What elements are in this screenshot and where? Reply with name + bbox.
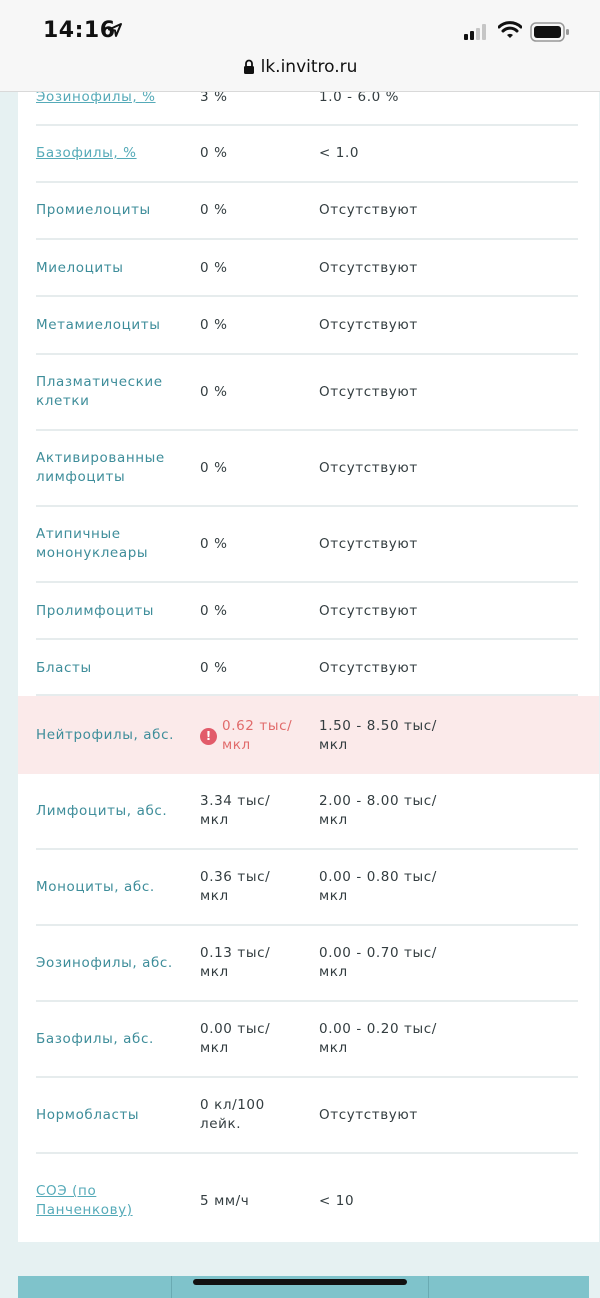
test-name: Плазматические клетки: [36, 374, 163, 409]
result-row: Эозинофилы, абс. 0.13 тыс/мкл 0.00 - 0.7…: [18, 926, 599, 1002]
reference-range: < 10: [319, 1193, 355, 1209]
reference-range: < 1.0: [319, 145, 360, 161]
test-name: Атипичные мононуклеары: [36, 526, 149, 561]
result-row: Метамиелоциты 0 % Отсутствуют: [18, 297, 599, 355]
result-value: 0 %: [200, 317, 228, 333]
result-value: 0 кл/100 лейк.: [200, 1097, 265, 1132]
test-name: Моноциты, абс.: [36, 879, 155, 895]
result-value: 0 %: [200, 603, 228, 619]
test-name: Эозинофилы, абс.: [36, 955, 173, 971]
result-value-abnormal: 0.62 тыс/мкл: [222, 718, 293, 753]
test-name-link[interactable]: Базофилы, %: [36, 144, 196, 163]
result-row: Атипичные мононуклеары 0 % Отсутствуют: [18, 507, 599, 583]
results-card: Эозинофилы, % 3 % 1.0 - 6.0 % Базофилы, …: [18, 60, 599, 1242]
reference-range: Отсутствуют: [319, 317, 418, 333]
test-name: Активированные лимфоциты: [36, 450, 165, 485]
test-name: Пролимфоциты: [36, 603, 155, 619]
test-name: Лимфоциты, абс.: [36, 803, 168, 819]
result-value: 0 %: [200, 536, 228, 552]
result-value: 0.13 тыс/мкл: [200, 945, 271, 980]
result-row: СОЭ (по Панченкову) 5 мм/ч < 10: [18, 1154, 599, 1242]
result-value: 0 %: [200, 202, 228, 218]
result-value: 0.36 тыс/мкл: [200, 869, 271, 904]
reference-range: 0.00 - 0.80 тыс/мкл: [319, 869, 437, 904]
wifi-icon: [498, 21, 522, 38]
test-name: Миелоциты: [36, 260, 124, 276]
reference-range: Отсутствуют: [319, 384, 418, 400]
result-value: 0 %: [200, 384, 228, 400]
warning-icon: !: [200, 728, 217, 745]
reference-range: Отсутствуют: [319, 202, 418, 218]
result-row: Моноциты, абс. 0.36 тыс/мкл 0.00 - 0.80 …: [18, 850, 599, 926]
nav-divider: [171, 1276, 172, 1298]
test-name: Нейтрофилы, абс.: [36, 727, 175, 743]
result-value: 0 %: [200, 145, 228, 161]
reference-range: Отсутствуют: [319, 536, 418, 552]
result-row: Базофилы, % 0 % < 1.0: [18, 126, 599, 183]
reference-range: 2.00 - 8.00 тыс/мкл: [319, 793, 437, 828]
reference-range: 1.50 - 8.50 тыс/мкл: [319, 718, 437, 753]
result-value: 0 %: [200, 660, 228, 676]
result-value: 0.00 тыс/мкл: [200, 1021, 271, 1056]
address-bar[interactable]: lk.invitro.ru: [0, 57, 600, 77]
location-arrow-icon: [108, 23, 122, 37]
battery-icon: [530, 22, 569, 42]
result-row: Промиелоциты 0 % Отсутствуют: [18, 183, 599, 240]
reference-range: Отсутствуют: [319, 1107, 418, 1123]
home-indicator[interactable]: [193, 1279, 407, 1285]
reference-range: Отсутствуют: [319, 603, 418, 619]
url-text: lk.invitro.ru: [260, 57, 358, 77]
test-name: Бласты: [36, 660, 92, 676]
lock-icon: [243, 59, 254, 74]
reference-range: Отсутствуют: [319, 260, 418, 276]
reference-range: 0.00 - 0.70 тыс/мкл: [319, 945, 437, 980]
result-value: 5 мм/ч: [200, 1193, 250, 1209]
result-row: Базофилы, абс. 0.00 тыс/мкл 0.00 - 0.20 …: [18, 1002, 599, 1078]
reference-range: Отсутствуют: [319, 660, 418, 676]
browser-status-bar: 14:16 lk.invitro.ru: [0, 0, 600, 92]
cellular-signal-icon: [464, 24, 486, 40]
status-time: 14:16: [43, 18, 116, 43]
reference-range: Отсутствуют: [319, 460, 418, 476]
result-row: Нормобласты 0 кл/100 лейк. Отсутствуют: [18, 1078, 599, 1154]
result-row-abnormal: Нейтрофилы, абс. ! 0.62 тыс/мкл 1.50 - 8…: [18, 696, 599, 774]
result-row: Плазматические клетки 0 % Отсутствуют: [18, 355, 599, 431]
test-name: Базофилы, абс.: [36, 1031, 154, 1047]
test-name: Промиелоциты: [36, 202, 151, 218]
reference-range: 0.00 - 0.20 тыс/мкл: [319, 1021, 437, 1056]
nav-divider: [428, 1276, 429, 1298]
test-name: Метамиелоциты: [36, 317, 161, 333]
test-name-link[interactable]: СОЭ (по Панченкову): [36, 1182, 146, 1220]
result-row: Пролимфоциты 0 % Отсутствуют: [18, 583, 599, 640]
result-row: Бласты 0 % Отсутствуют: [18, 640, 599, 696]
result-value: 0 %: [200, 260, 228, 276]
result-row: Лимфоциты, абс. 3.34 тыс/мкл 2.00 - 8.00…: [18, 774, 599, 850]
result-row: Активированные лимфоциты 0 % Отсутствуют: [18, 431, 599, 507]
result-value: 3.34 тыс/мкл: [200, 793, 271, 828]
test-name: Нормобласты: [36, 1107, 140, 1123]
result-value: 0 %: [200, 460, 228, 476]
result-row: Миелоциты 0 % Отсутствуют: [18, 240, 599, 297]
